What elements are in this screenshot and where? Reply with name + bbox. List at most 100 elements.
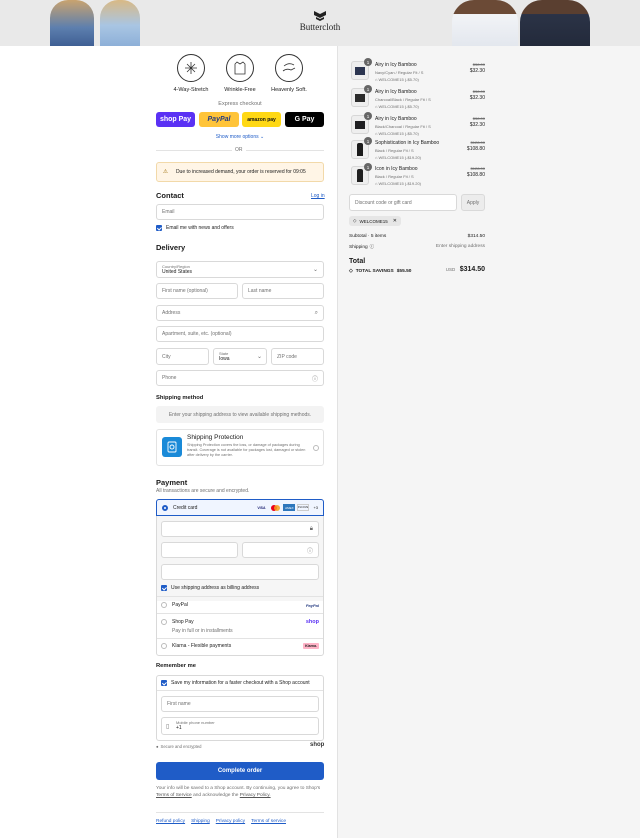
phone-field[interactable]: Phone ⓘ: [156, 370, 324, 386]
security-code-field[interactable]: ⓘ: [242, 542, 319, 558]
billing-checkbox[interactable]: [161, 585, 167, 591]
save-info-checkbox-row[interactable]: Save my information for a faster checkou…: [161, 680, 310, 686]
complete-order-label: Complete order: [217, 768, 263, 774]
terms-of-service-footer-link[interactable]: Terms of service: [251, 819, 286, 824]
credit-card-option[interactable]: Credit card VISA AMEX DISCOVER +3: [156, 499, 324, 516]
shorts-icon: [355, 93, 365, 102]
paypal-radio[interactable]: [161, 602, 167, 608]
cart-item-variant: Navy/Cyan / Regular Fit / S: [375, 70, 424, 75]
cart-item-name: Airy in Icy Bamboo: [375, 62, 417, 68]
mobile-phone-field[interactable]: ▯ Mobile phone number +1: [161, 717, 319, 735]
privacy-policy-link[interactable]: Privacy Policy.: [240, 793, 271, 798]
login-link[interactable]: Log in: [311, 193, 325, 199]
save-info-checkbox[interactable]: [161, 680, 167, 686]
shipping-protection-card[interactable]: Shipping Protection Shipping Protection …: [156, 429, 324, 466]
privacy-policy-footer-link[interactable]: Privacy policy: [216, 819, 245, 824]
google-pay-label: G Pay: [294, 116, 315, 123]
cart-item: Airy in Icy Bamboo Black/Charcoal / Regu…: [375, 116, 485, 136]
klarna-radio[interactable]: [161, 643, 167, 649]
shipping-row-label: Shipping ⓘ: [349, 244, 374, 250]
mobile-prefix: +1: [176, 725, 182, 731]
shipping-protection-toggle[interactable]: [313, 445, 319, 451]
terms-of-service-link[interactable]: Terms of Service: [156, 793, 192, 798]
refund-policy-link[interactable]: Refund policy: [156, 819, 185, 824]
model-figure-icon: [357, 169, 363, 182]
first-name-placeholder: First name (optional): [162, 288, 208, 294]
cart-item-thumbnail: 1: [351, 112, 372, 134]
shop-pay-option-label: Shop Pay: [172, 619, 194, 625]
reservation-notice: ⚠ Due to increased demand, your order is…: [156, 162, 324, 182]
apartment-field[interactable]: Apartment, suite, etc. (optional): [156, 326, 324, 342]
divider: [157, 638, 323, 639]
news-checkbox[interactable]: [156, 225, 162, 231]
shipping-protection-title: Shipping Protection: [187, 434, 244, 441]
remember-first-name-placeholder: First name: [167, 701, 191, 707]
address-placeholder: Address: [162, 310, 181, 316]
brand-logo[interactable]: Buttercloth: [295, 10, 345, 32]
email-field[interactable]: Email: [156, 204, 324, 220]
amazon-pay-button[interactable]: amazon pay: [242, 112, 281, 127]
first-name-field[interactable]: First name (optional): [156, 283, 238, 299]
shop-pay-radio[interactable]: [161, 619, 167, 625]
paypal-option[interactable]: PayPal PayPal: [161, 602, 319, 608]
google-pay-button[interactable]: G Pay: [285, 112, 324, 127]
cart-item-thumbnail: 1: [351, 137, 372, 159]
show-more-options-link[interactable]: Show more options ⌄: [156, 134, 324, 140]
divider: [156, 812, 324, 813]
shop-pay-button[interactable]: shop Pay: [156, 112, 195, 127]
legal-text: Your info will be saved to a Shop accoun…: [156, 785, 324, 799]
cart-item-discount: WELCOME15 (-$5.70): [378, 77, 419, 82]
model-photo: [100, 0, 140, 46]
remove-discount-icon[interactable]: ✕: [393, 218, 397, 224]
card-number-field[interactable]: 🔒︎: [161, 521, 319, 537]
zip-field[interactable]: ZIP code: [271, 348, 324, 365]
payment-title: Payment: [156, 478, 188, 487]
feature-soft: Heavenly Soft.: [269, 54, 309, 93]
expiration-field[interactable]: [161, 542, 238, 558]
cart-item-discount: WELCOME15 (-$5.70): [378, 104, 419, 109]
country-select[interactable]: Country/Region United States ⌄: [156, 261, 324, 278]
payment-subtitle: All transactions are secure and encrypte…: [156, 488, 250, 494]
shop-pay-option[interactable]: Shop Pay Pay in full or in installments s…: [161, 619, 319, 634]
complete-order-button[interactable]: Complete order: [156, 762, 324, 780]
last-name-field[interactable]: Last name: [242, 283, 324, 299]
tag-icon: ⌂: [375, 104, 378, 109]
total-savings-value: $55.50: [396, 269, 412, 274]
tag-icon: ⌂: [375, 155, 378, 160]
discount-placeholder: Discount code or gift card: [355, 199, 412, 206]
shipping-label: Shipping: [349, 244, 368, 250]
help-icon[interactable]: ⓘ: [307, 546, 313, 555]
shop-pay-label: shop Pay: [159, 116, 192, 123]
paypal-button[interactable]: PayPal: [199, 112, 239, 127]
chevron-down-icon: ⌄: [312, 267, 318, 273]
address-field[interactable]: Address ⌕: [156, 305, 324, 321]
state-select[interactable]: State Iowa ⌄: [213, 348, 267, 365]
amex-icon: AMEX: [283, 504, 296, 511]
footer-links: Refund policy Shipping Privacy policy Te…: [156, 819, 286, 824]
shipping-methods-placeholder: Enter your shipping address to view avai…: [156, 406, 324, 423]
express-checkout-title: Express checkout: [218, 101, 262, 107]
apply-button[interactable]: Apply: [461, 194, 485, 211]
shipping-policy-link[interactable]: Shipping: [191, 819, 210, 824]
help-icon[interactable]: ⓘ: [312, 374, 318, 383]
remember-first-name-field[interactable]: First name: [161, 696, 319, 712]
warning-icon: ⚠: [163, 169, 168, 175]
klarna-option[interactable]: Klarna - Flexible payments Klarna.: [161, 643, 319, 649]
discount-code-field[interactable]: Discount code or gift card: [349, 194, 457, 211]
name-on-card-field[interactable]: [161, 564, 319, 580]
news-checkbox-row[interactable]: Email me with news and offers: [156, 225, 234, 231]
city-field[interactable]: City: [156, 348, 209, 365]
amazon-pay-label: amazon pay: [247, 116, 276, 123]
applied-code: WELCOME15: [359, 218, 388, 224]
cart-item-variant: Charcoal/Black / Regular Fit / S: [375, 97, 431, 102]
total-value: $314.50: [459, 266, 485, 273]
credit-card-radio[interactable]: [162, 504, 168, 511]
paypal-label: PayPal: [207, 116, 231, 123]
help-icon[interactable]: ⓘ: [370, 244, 375, 250]
cart-item-price: $32.30: [469, 95, 485, 101]
cart-item-discount: WELCOME15 (-$19.20): [378, 155, 422, 160]
shirt-icon: [226, 54, 254, 82]
feature-label: Wrinkle-Free: [224, 87, 256, 93]
cart-item: Sophistication in Icy Bamboo Black / Reg…: [375, 140, 485, 160]
billing-checkbox-row[interactable]: Use shipping address as billing address: [161, 585, 259, 591]
